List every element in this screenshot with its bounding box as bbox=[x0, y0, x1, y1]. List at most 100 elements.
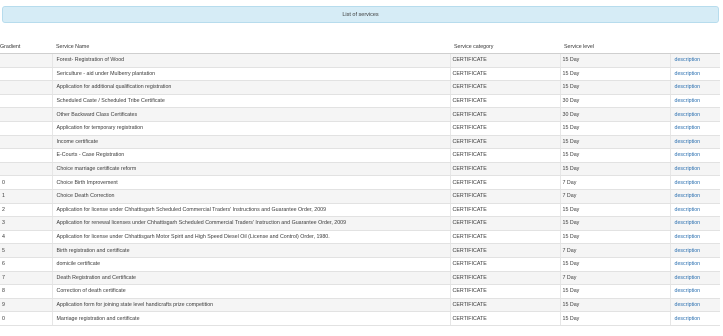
service-category-cell: CERTIFICATE bbox=[449, 189, 560, 204]
service-name-cell: Application form for joining state level… bbox=[51, 298, 450, 313]
service-name-cell: Scheduled Caste / Scheduled Tribe Certif… bbox=[51, 94, 450, 109]
action-cell: description bbox=[669, 53, 720, 68]
service-level-cell: 15 Day bbox=[559, 162, 670, 177]
table-row: Sericulture - aid under Mulberry plantat… bbox=[0, 67, 720, 82]
row-index: 7 bbox=[0, 271, 52, 286]
description-link[interactable]: description bbox=[675, 166, 701, 172]
row-index: 1 bbox=[0, 189, 52, 204]
table-row: 7 Death Registration and Certificate CERTI… bbox=[0, 271, 720, 286]
column-header-service-name[interactable]: Service Name bbox=[52, 40, 450, 54]
table-row: 8 Correction of death certificate CERTIFIC… bbox=[0, 284, 720, 299]
service-name-cell: Application for additional qualification… bbox=[51, 80, 450, 95]
service-name-cell: Marriage registration and certificate bbox=[51, 311, 450, 326]
description-link[interactable]: description bbox=[675, 220, 701, 226]
service-level-cell: 15 Day bbox=[559, 230, 670, 245]
service-name-cell: Birth registration and certificate bbox=[51, 243, 450, 258]
action-cell: description bbox=[669, 175, 720, 190]
row-index: 5 bbox=[0, 243, 52, 258]
table-row: 4 Application for license under Chhattisg… bbox=[0, 230, 720, 245]
row-index: 3 bbox=[0, 216, 52, 231]
service-category-cell: CERTIFICATE bbox=[449, 80, 560, 95]
action-cell: description bbox=[669, 216, 720, 231]
service-category-cell: CERTIFICATE bbox=[449, 67, 560, 82]
row-index bbox=[0, 94, 52, 109]
service-category-cell: CERTIFICATE bbox=[449, 94, 560, 109]
service-category-cell: CERTIFICATE bbox=[449, 257, 560, 272]
service-level-cell: 15 Day bbox=[559, 135, 670, 150]
action-cell: description bbox=[669, 189, 720, 204]
column-header-gradient[interactable]: Gradient bbox=[0, 40, 52, 54]
description-link[interactable]: description bbox=[675, 84, 701, 90]
service-category-cell: CERTIFICATE bbox=[449, 243, 560, 258]
table-row: Income certificate CERTIFICATE 15 Day descr… bbox=[0, 135, 720, 150]
service-level-cell: 7 Day bbox=[559, 189, 670, 204]
service-category-cell: CERTIFICATE bbox=[449, 175, 560, 190]
service-name-cell: Application for license under Chhattisga… bbox=[51, 203, 450, 218]
description-link[interactable]: description bbox=[675, 112, 701, 118]
row-index bbox=[0, 162, 52, 177]
description-link[interactable]: description bbox=[675, 248, 701, 254]
row-index: 0 bbox=[0, 175, 52, 190]
action-cell: description bbox=[669, 284, 720, 299]
service-category-cell: CERTIFICATE bbox=[449, 298, 560, 313]
description-link[interactable]: description bbox=[675, 139, 701, 145]
table-row: 2 Application for license under Chhattisg… bbox=[0, 203, 720, 218]
service-level-cell: 15 Day bbox=[559, 257, 670, 272]
description-link[interactable]: description bbox=[675, 125, 701, 131]
description-link[interactable]: description bbox=[675, 302, 701, 308]
service-name-cell: Choice Birth Improvement bbox=[51, 175, 450, 190]
service-name-cell: Choice Death Correction bbox=[51, 189, 450, 204]
service-category-cell: CERTIFICATE bbox=[449, 53, 560, 68]
row-index: 4 bbox=[0, 230, 52, 245]
table-row: 0 Choice Birth Improvement CERTIFICATE 7 Da… bbox=[0, 175, 720, 190]
description-link[interactable]: description bbox=[675, 234, 701, 240]
service-level-cell: 7 Day bbox=[559, 271, 670, 286]
service-level-cell: 15 Day bbox=[559, 284, 670, 299]
table-row: 5 Birth registration and certificate CERTI… bbox=[0, 243, 720, 258]
action-cell: description bbox=[669, 257, 720, 272]
action-cell: description bbox=[669, 107, 720, 122]
service-name-cell: E-Courts - Case Registration bbox=[51, 148, 450, 163]
description-link[interactable]: description bbox=[675, 180, 701, 186]
table-row: 9 Application form for joining state leve… bbox=[0, 298, 720, 313]
service-level-cell: 30 Day bbox=[559, 107, 670, 122]
description-link[interactable]: description bbox=[675, 152, 701, 158]
row-index bbox=[0, 121, 52, 136]
action-cell: description bbox=[669, 298, 720, 313]
table-row: Application for temporary registration CE… bbox=[0, 121, 720, 136]
service-category-cell: CERTIFICATE bbox=[449, 162, 560, 177]
action-cell: description bbox=[669, 230, 720, 245]
table-row: Application for additional qualification… bbox=[0, 80, 720, 95]
service-level-cell: 15 Day bbox=[559, 67, 670, 82]
service-name-cell: Application for temporary registration bbox=[51, 121, 450, 136]
action-cell: description bbox=[669, 148, 720, 163]
description-link[interactable]: description bbox=[675, 193, 701, 199]
services-panel-header: List of services bbox=[2, 6, 719, 23]
description-link[interactable]: description bbox=[675, 275, 701, 281]
column-header-service-level[interactable]: Service level bbox=[560, 40, 670, 54]
description-link[interactable]: description bbox=[675, 98, 701, 104]
service-category-cell: CERTIFICATE bbox=[449, 203, 560, 218]
row-index bbox=[0, 148, 52, 163]
column-header-service-category[interactable]: Service category bbox=[450, 40, 560, 54]
column-header-action bbox=[670, 40, 720, 54]
description-link[interactable]: description bbox=[675, 207, 701, 213]
description-link[interactable]: description bbox=[675, 261, 701, 267]
table-row: Choice marriage certificate reform CERTIF… bbox=[0, 162, 720, 177]
description-link[interactable]: description bbox=[675, 288, 701, 294]
description-link[interactable]: description bbox=[675, 316, 701, 322]
panel-title: List of services bbox=[342, 11, 379, 18]
service-name-cell: Sericulture - aid under Mulberry plantat… bbox=[51, 67, 450, 82]
table-row: 1 Choice Death Correction CERTIFICATE 7 Day… bbox=[0, 189, 720, 204]
service-level-cell: 15 Day bbox=[559, 298, 670, 313]
row-index: 9 bbox=[0, 298, 52, 313]
service-level-cell: 7 Day bbox=[559, 175, 670, 190]
description-link[interactable]: description bbox=[675, 71, 701, 77]
table-row: Forest- Registration of Wood CERTIFICATE 1… bbox=[0, 53, 720, 68]
service-level-cell: 15 Day bbox=[559, 216, 670, 231]
service-level-cell: 30 Day bbox=[559, 94, 670, 109]
action-cell: description bbox=[669, 135, 720, 150]
table-row: E-Courts - Case Registration CERTIFICATE 1… bbox=[0, 148, 720, 163]
description-link[interactable]: description bbox=[675, 57, 701, 63]
service-category-cell: CERTIFICATE bbox=[449, 230, 560, 245]
